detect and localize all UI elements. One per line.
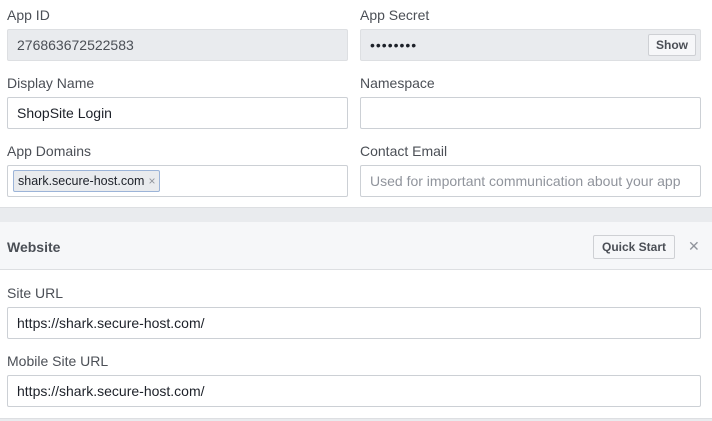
website-section-header: Website Quick Start ✕: [0, 222, 712, 270]
site-url-label: Site URL: [7, 285, 64, 301]
contact-email-input[interactable]: [370, 166, 691, 196]
site-url-input[interactable]: [17, 308, 691, 338]
app-secret-masked-value: ••••••••: [370, 37, 418, 53]
display-name-input[interactable]: [17, 98, 338, 128]
contact-email-label: Contact Email: [360, 143, 448, 159]
app-domains-field[interactable]: shark.secure-host.com ×: [7, 165, 348, 197]
app-id-value: 276863672522583: [17, 37, 134, 53]
contact-email-field[interactable]: [360, 165, 701, 197]
website-section-title: Website: [7, 239, 61, 255]
domain-token: shark.secure-host.com ×: [13, 170, 161, 192]
close-icon[interactable]: ✕: [688, 238, 700, 255]
namespace-input[interactable]: [370, 98, 691, 128]
namespace-label: Namespace: [360, 75, 435, 91]
mobile-site-url-field[interactable]: [7, 375, 701, 407]
app-secret-label: App Secret: [360, 7, 430, 23]
mobile-site-url-label: Mobile Site URL: [7, 353, 109, 369]
section-divider: [0, 207, 712, 222]
display-name-label: Display Name: [7, 75, 95, 91]
display-name-field[interactable]: [7, 97, 348, 129]
show-secret-button[interactable]: Show: [648, 34, 696, 56]
namespace-field[interactable]: [360, 97, 701, 129]
token-remove-icon[interactable]: ×: [148, 174, 155, 188]
app-domains-label: App Domains: [7, 143, 92, 159]
site-url-field[interactable]: [7, 307, 701, 339]
domain-token-label: shark.secure-host.com: [18, 174, 145, 188]
app-id-label: App ID: [7, 7, 50, 23]
mobile-site-url-input[interactable]: [17, 376, 691, 406]
app-id-field: 276863672522583: [7, 29, 348, 61]
quick-start-button[interactable]: Quick Start: [593, 235, 675, 259]
